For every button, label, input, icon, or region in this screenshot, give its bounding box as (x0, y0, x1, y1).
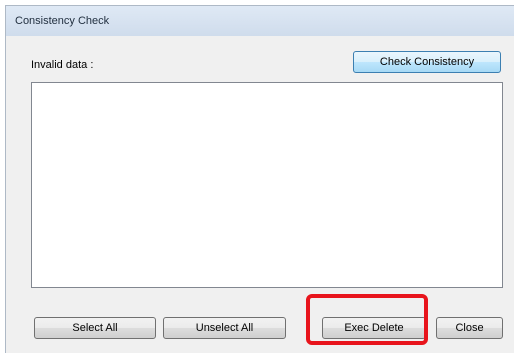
exec-delete-button[interactable]: Exec Delete (322, 317, 426, 339)
title-bar[interactable]: Consistency Check (6, 6, 514, 36)
invalid-data-list[interactable] (31, 82, 503, 288)
dialog-body: Invalid data : Check Consistency Select … (6, 36, 514, 353)
unselect-all-button[interactable]: Unselect All (163, 317, 286, 339)
check-consistency-button[interactable]: Check Consistency (353, 51, 501, 73)
close-button[interactable]: Close (436, 317, 503, 339)
select-all-button[interactable]: Select All (34, 317, 156, 339)
window-title: Consistency Check (15, 15, 110, 27)
consistency-check-dialog: Consistency Check Invalid data : Check C… (5, 5, 514, 353)
invalid-data-label: Invalid data : (31, 59, 94, 71)
